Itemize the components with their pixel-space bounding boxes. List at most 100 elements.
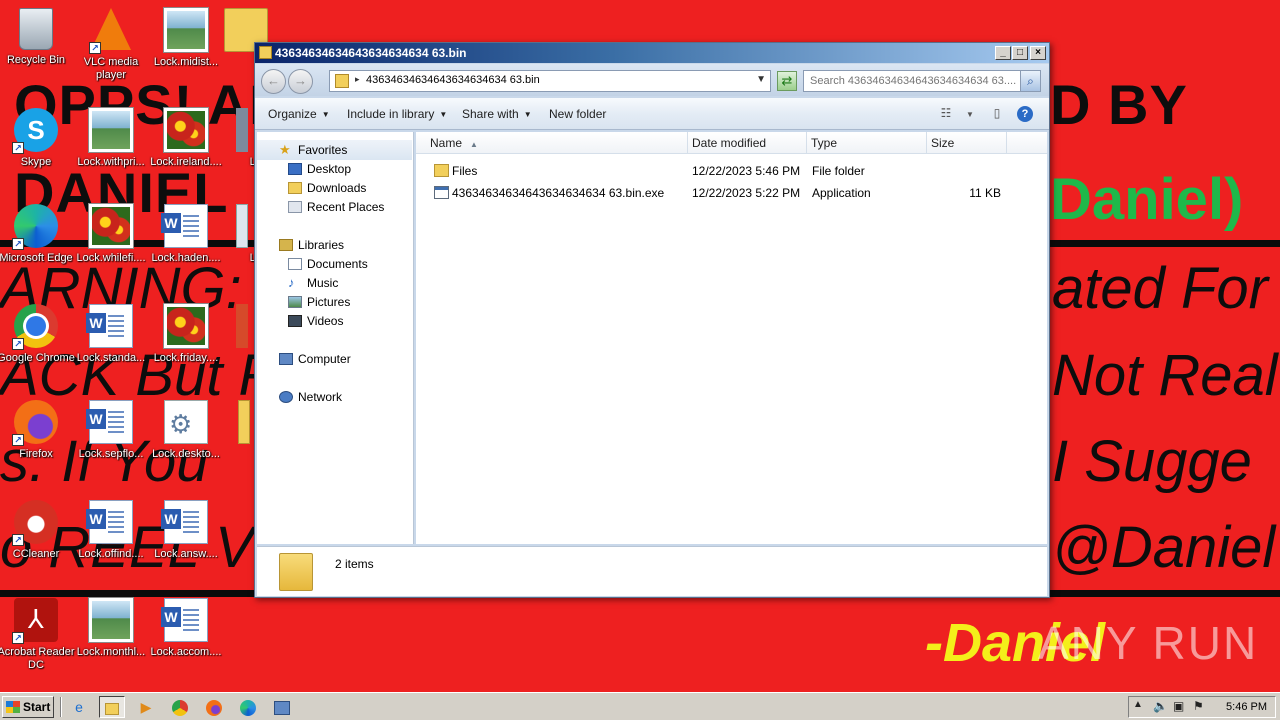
column-header-type[interactable]: Type xyxy=(807,132,927,154)
action-center-flag-icon[interactable]: ⚑ xyxy=(1193,699,1204,713)
maximize-button[interactable]: □ xyxy=(1012,46,1028,60)
music-icon: ♪ xyxy=(288,275,295,290)
wallpaper-text: @Daniel xyxy=(1052,515,1276,580)
desktop-icon-label: Firefox xyxy=(19,448,53,460)
edge-taskbar-icon[interactable] xyxy=(235,696,261,718)
desktop-icon-ccleaner[interactable]: ↗ CCleaner xyxy=(0,500,76,561)
nav-item-label: Music xyxy=(307,276,339,290)
desktop-icon-lock-monthl[interactable]: Lock.monthl... xyxy=(71,598,151,659)
desktop-icon-label: Lock.midist... xyxy=(153,56,219,68)
file-name: 43634634634643634634634 63.bin.exe xyxy=(452,186,665,200)
breadcrumb[interactable]: 43634634634643634634634 63.bin xyxy=(366,74,540,86)
network-app-taskbar-icon[interactable] xyxy=(269,696,295,718)
desktop-icon-label: Recycle Bin xyxy=(6,54,66,66)
details-pane: 2 items xyxy=(257,546,1047,596)
new-folder-label: New folder xyxy=(549,107,607,121)
media-player-icon[interactable]: ▶ xyxy=(133,696,159,718)
show-hidden-icons-chevron-icon[interactable]: ▲ xyxy=(1133,699,1143,710)
word-doc-icon xyxy=(161,500,208,544)
desktop-icon-acrobat[interactable]: ↗ Acrobat Reader DC xyxy=(0,598,76,672)
libraries-icon xyxy=(279,239,293,251)
desktop-icon-lock-answ[interactable]: Lock.answ.... xyxy=(146,500,226,561)
image-file-icon xyxy=(89,598,133,642)
command-bar: Organize ▼ Include in library ▼ Share with… xyxy=(255,98,1049,130)
image-file-icon xyxy=(164,304,208,348)
desktop-icon-lock-accom[interactable]: Lock.accom.... xyxy=(146,598,226,659)
desktop-icon-lock-withpri[interactable]: Lock.withpri... xyxy=(71,108,151,169)
explorer-taskbar-button[interactable] xyxy=(99,696,125,718)
search-box[interactable]: ⌕ xyxy=(803,70,1041,92)
volume-icon[interactable]: 🔈 xyxy=(1153,699,1168,713)
start-label: Start xyxy=(23,700,51,714)
network-tray-icon[interactable]: ▣ xyxy=(1173,699,1184,713)
help-icon[interactable]: ? xyxy=(1017,106,1033,122)
downloads-folder-icon xyxy=(288,182,302,194)
chevron-down-icon: ▼ xyxy=(439,110,448,119)
taskbar: Start e ▶ ▲ 🔈 ▣ ⚑ 5:46 PM xyxy=(0,692,1280,720)
acrobat-icon: ↗ xyxy=(12,598,58,644)
file-row[interactable]: Files 12/22/2023 5:46 PM File folder xyxy=(416,161,1047,181)
column-header-date-modified[interactable]: Date modified xyxy=(688,132,807,154)
folder-icon xyxy=(279,553,313,591)
refresh-button[interactable]: ⇄ xyxy=(777,71,797,91)
start-button[interactable]: Start xyxy=(2,696,54,718)
back-button[interactable]: ← xyxy=(261,69,286,94)
file-icon xyxy=(236,204,248,248)
column-header-size[interactable]: Size xyxy=(927,132,1007,154)
address-bar[interactable]: ▸ 43634634634643634634634 63.bin ▼ xyxy=(329,70,771,92)
change-view-icon[interactable]: ☷ xyxy=(937,106,955,124)
search-icon[interactable]: ⌕ xyxy=(1020,71,1040,91)
minimize-button[interactable]: _ xyxy=(995,46,1011,60)
taskbar-separator xyxy=(60,697,62,717)
clock[interactable]: 5:46 PM xyxy=(1226,701,1267,713)
folder-icon xyxy=(259,46,272,59)
search-input[interactable] xyxy=(804,71,1020,91)
nav-item-label: Desktop xyxy=(307,162,352,176)
desktop-icon-lock-offind[interactable]: Lock.offind.... xyxy=(71,500,151,561)
file-type: Application xyxy=(812,186,871,200)
forward-button[interactable]: → xyxy=(288,69,313,94)
skype-icon: S ↗ xyxy=(12,108,58,154)
application-icon xyxy=(434,186,449,199)
nav-item-label: Documents xyxy=(307,257,368,271)
share-with-button[interactable]: Share with ▼ xyxy=(462,107,532,121)
desktop-icon-lock-whilefi[interactable]: Lock.whilefi.... xyxy=(71,204,151,265)
desktop-icon-lock-sepflo[interactable]: Lock.sepflo... xyxy=(71,400,151,461)
desktop-icon-recycle-bin[interactable]: Recycle Bin xyxy=(0,8,76,67)
file-row[interactable]: 43634634634643634634634 63.bin.exe 12/22… xyxy=(416,183,1047,203)
share-with-label: Share with xyxy=(462,107,519,121)
folder-icon xyxy=(238,400,250,444)
include-in-library-button[interactable]: Include in library ▼ xyxy=(347,107,447,121)
close-button[interactable]: × xyxy=(1030,46,1046,60)
address-bar-row: ← → ▸ 43634634634643634634634 63.bin ▼ ⇄… xyxy=(255,64,1049,96)
desktop-icon-chrome[interactable]: ↗ Google Chrome xyxy=(0,304,76,365)
network-icon xyxy=(279,391,293,403)
preview-pane-icon[interactable]: ▯ xyxy=(988,106,1006,124)
desktop-icon-label: Microsoft Edge xyxy=(0,252,73,264)
internet-explorer-icon[interactable]: e xyxy=(66,696,92,718)
desktop-icon-edge[interactable]: ↗ Microsoft Edge xyxy=(0,204,76,265)
desktop-icon-vlc[interactable]: ↗ VLC media player xyxy=(71,8,151,82)
breadcrumb-chevron-icon[interactable]: ▸ xyxy=(355,74,360,85)
file-date: 12/22/2023 5:22 PM xyxy=(692,186,801,200)
window-titlebar[interactable]: 43634634634643634634634 63.bin _ □ × xyxy=(255,43,1049,63)
chrome-taskbar-icon[interactable] xyxy=(167,696,193,718)
file-date: 12/22/2023 5:46 PM xyxy=(692,164,801,178)
chevron-down-icon[interactable]: ▼ xyxy=(756,74,766,85)
computer-icon xyxy=(279,353,293,365)
new-folder-button[interactable]: New folder xyxy=(549,107,606,121)
chrome-icon xyxy=(172,700,188,717)
desktop-icon-lock-standa[interactable]: Lock.standa... xyxy=(71,304,151,365)
desktop-icon-label: Lock.sepflo... xyxy=(78,448,144,460)
firefox-taskbar-icon[interactable] xyxy=(201,696,227,718)
column-header-name[interactable]: Name ▲ xyxy=(416,132,688,154)
wallpaper-text: Daniel) xyxy=(1050,167,1244,232)
desktop-icon-skype[interactable]: S ↗ Skype xyxy=(0,108,76,169)
word-doc-icon xyxy=(161,204,208,248)
desktop-icon-firefox[interactable]: ↗ Firefox xyxy=(0,400,76,461)
organize-button[interactable]: Organize ▼ xyxy=(268,107,330,121)
desktop-icon-label: Lock.monthl... xyxy=(76,646,146,658)
column-header-label: Date modified xyxy=(692,136,767,150)
view-options-chevron-icon[interactable]: ▼ xyxy=(963,106,977,124)
wallpaper-text: Not Real xyxy=(1052,343,1278,408)
